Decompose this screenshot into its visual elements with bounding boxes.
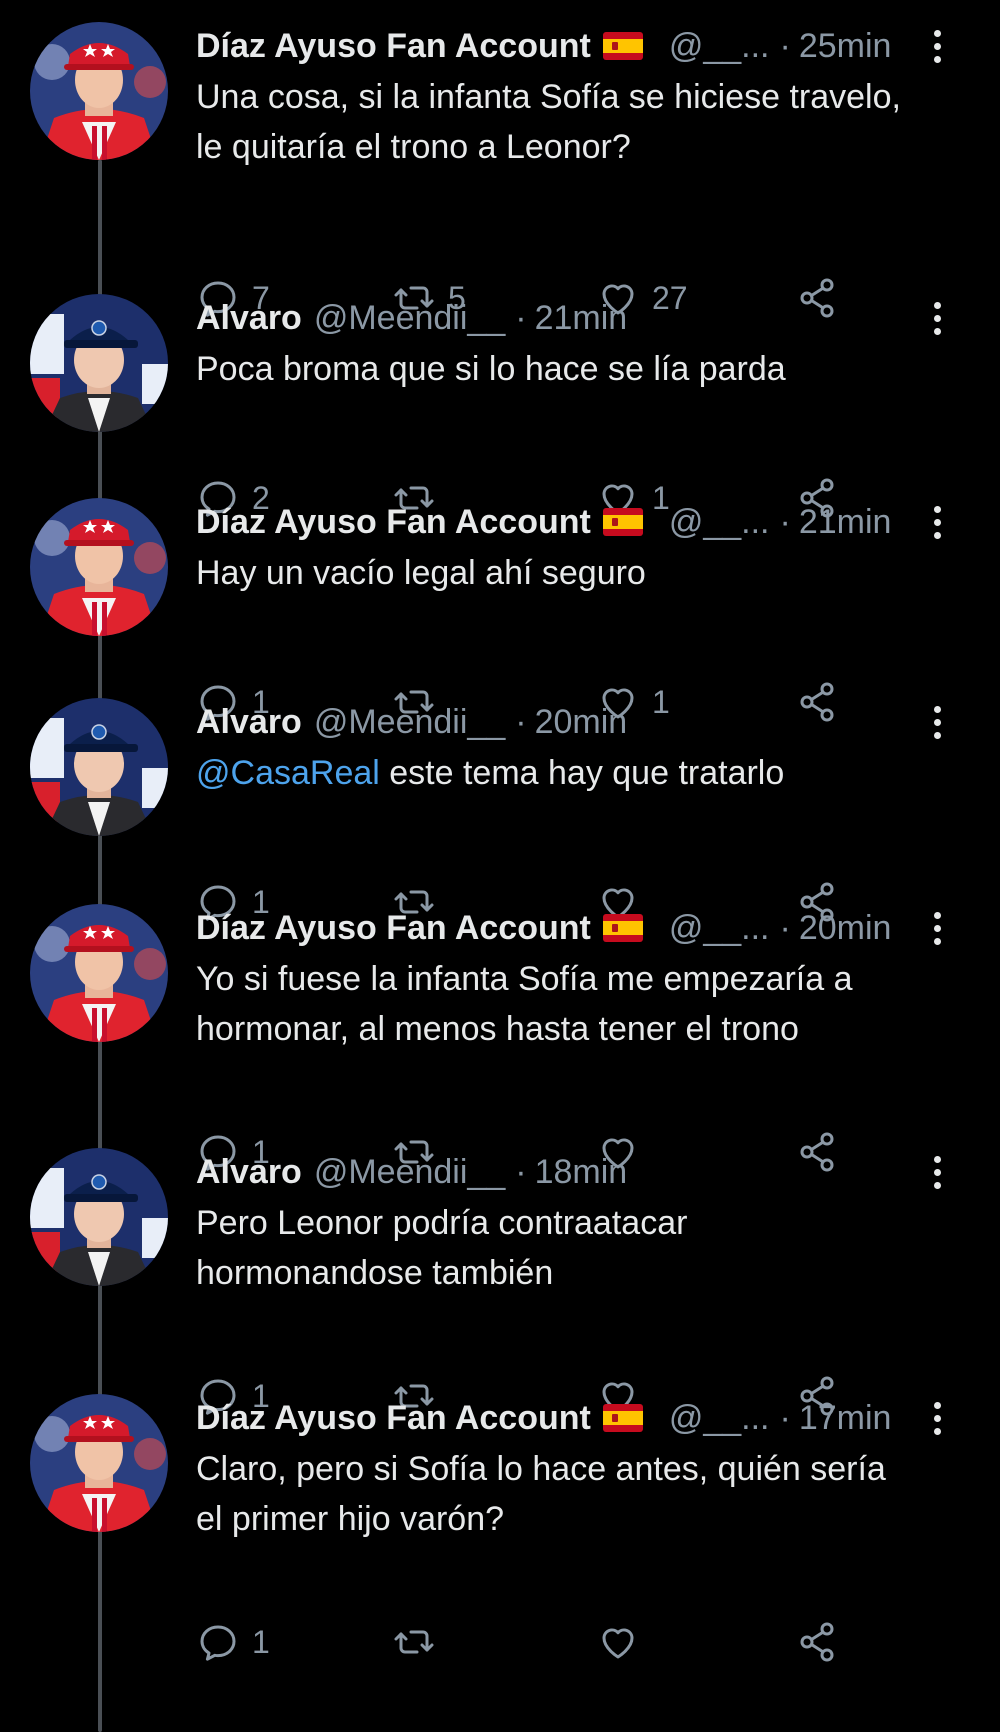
display-name[interactable]: Alvaro xyxy=(196,1153,302,1192)
separator-dot: · xyxy=(779,26,791,65)
tweet-body: Una cosa, si la infanta Sofía se hiciese… xyxy=(196,72,976,172)
tweet-body: Claro, pero si Sofía lo hace antes, quié… xyxy=(196,1444,976,1544)
tweet-body: @CasaReal este tema hay que tratarlo xyxy=(196,748,976,798)
user-handle[interactable]: @Meendii__ xyxy=(314,299,505,338)
timestamp[interactable]: 25min xyxy=(799,27,892,66)
separator-dot: · xyxy=(515,1152,527,1191)
tweet-header: Díaz Ayuso Fan Account @__... · 21min xyxy=(196,498,976,546)
timestamp[interactable]: 18min xyxy=(535,1153,628,1192)
share-button[interactable] xyxy=(796,1616,840,1668)
display-name[interactable]: Díaz Ayuso Fan Account xyxy=(196,27,591,66)
tweet-body: Pero Leonor podría contraatacar hormonand… xyxy=(196,1198,976,1298)
avatar[interactable] xyxy=(30,22,168,160)
tweet-text-line: Poca broma que si lo hace se lía parda xyxy=(196,350,786,388)
tweet-text-line: hormonandose también xyxy=(196,1254,554,1292)
more-vertical-icon[interactable] xyxy=(922,698,952,746)
spain-flag-icon xyxy=(602,1404,643,1432)
tweet-header: Díaz Ayuso Fan Account @__... · 20min xyxy=(196,904,976,952)
more-vertical-icon[interactable] xyxy=(922,22,952,70)
tweet-header: Alvaro @Meendii__ · 21min xyxy=(196,294,976,342)
timestamp[interactable]: 21min xyxy=(799,503,892,542)
separator-dot: · xyxy=(515,702,527,741)
tweet-header: Alvaro @Meendii__ · 18min xyxy=(196,1148,976,1196)
like-button[interactable] xyxy=(596,1616,652,1668)
retweet-icon xyxy=(392,1620,436,1664)
timestamp[interactable]: 17min xyxy=(799,1399,892,1438)
timestamp[interactable]: 20min xyxy=(799,909,892,948)
user-handle[interactable]: @__... xyxy=(669,27,770,66)
tweet-text-line: Claro, pero si Sofía lo hace antes, quié… xyxy=(196,1450,886,1488)
avatar[interactable] xyxy=(30,498,168,636)
tweet-actions: 1 xyxy=(196,1616,886,1668)
tweet-header: Alvaro @Meendii__ · 20min xyxy=(196,698,976,746)
user-handle[interactable]: @__... xyxy=(669,503,770,542)
mention-link[interactable]: @CasaReal xyxy=(196,754,380,792)
display-name[interactable]: Díaz Ayuso Fan Account xyxy=(196,909,591,948)
separator-dot: · xyxy=(779,1398,791,1437)
user-handle[interactable]: @__... xyxy=(669,1399,770,1438)
share-icon xyxy=(796,1620,840,1664)
tweet-text-line: le quitaría el trono a Leonor? xyxy=(196,128,631,166)
reply-icon xyxy=(196,1620,240,1664)
more-vertical-icon[interactable] xyxy=(922,498,952,546)
tweet-text-line: Pero Leonor podría contraatacar xyxy=(196,1204,688,1242)
spain-flag-icon xyxy=(602,32,643,60)
timestamp[interactable]: 20min xyxy=(535,703,628,742)
avatar[interactable] xyxy=(30,698,168,836)
conversation-thread: Díaz Ayuso Fan Account @__... · 25min Una co… xyxy=(0,0,1000,1732)
user-handle[interactable]: @Meendii__ xyxy=(314,1153,505,1192)
user-handle[interactable]: @Meendii__ xyxy=(314,703,505,742)
display-name[interactable]: Díaz Ayuso Fan Account xyxy=(196,503,591,542)
more-vertical-icon[interactable] xyxy=(922,1148,952,1196)
tweet-text-line: Hay un vacío legal ahí seguro xyxy=(196,554,646,592)
display-name[interactable]: Díaz Ayuso Fan Account xyxy=(196,1399,591,1438)
tweet-text-line: este tema hay que tratarlo xyxy=(379,754,785,792)
more-vertical-icon[interactable] xyxy=(922,904,952,952)
separator-dot: · xyxy=(779,502,791,541)
reply-button[interactable]: 1 xyxy=(196,1616,270,1668)
display-name[interactable]: Alvaro xyxy=(196,299,302,338)
tweet-header: Díaz Ayuso Fan Account @__... · 25min xyxy=(196,22,976,70)
user-handle[interactable]: @__... xyxy=(669,909,770,948)
separator-dot: · xyxy=(515,298,527,337)
tweet-body: Poca broma que si lo hace se lía parda xyxy=(196,344,976,394)
separator-dot: · xyxy=(779,908,791,947)
timestamp[interactable]: 21min xyxy=(535,299,628,338)
display-name[interactable]: Alvaro xyxy=(196,703,302,742)
more-vertical-icon[interactable] xyxy=(922,1394,952,1442)
spain-flag-icon xyxy=(602,508,643,536)
tweet-text-line: el primer hijo varón? xyxy=(196,1500,505,1538)
more-vertical-icon[interactable] xyxy=(922,294,952,342)
tweet-body: Yo si fuese la infanta Sofía me empezarí… xyxy=(196,954,976,1054)
reply-count: 1 xyxy=(252,1623,270,1660)
tweet-header: Díaz Ayuso Fan Account @__... · 17min xyxy=(196,1394,976,1442)
avatar[interactable] xyxy=(30,904,168,1042)
heart-icon xyxy=(596,1620,640,1664)
tweet-body: Hay un vacío legal ahí seguro xyxy=(196,548,976,598)
avatar[interactable] xyxy=(30,1148,168,1286)
tweet-text-line: Yo si fuese la infanta Sofía me empezarí… xyxy=(196,960,853,998)
tweet-text-line: hormonar, al menos hasta tener el trono xyxy=(196,1010,799,1048)
retweet-button[interactable] xyxy=(392,1616,448,1668)
avatar[interactable] xyxy=(30,1394,168,1532)
tweet-text-line: Una cosa, si la infanta Sofía se hiciese… xyxy=(196,78,901,116)
avatar[interactable] xyxy=(30,294,168,432)
spain-flag-icon xyxy=(602,914,643,942)
